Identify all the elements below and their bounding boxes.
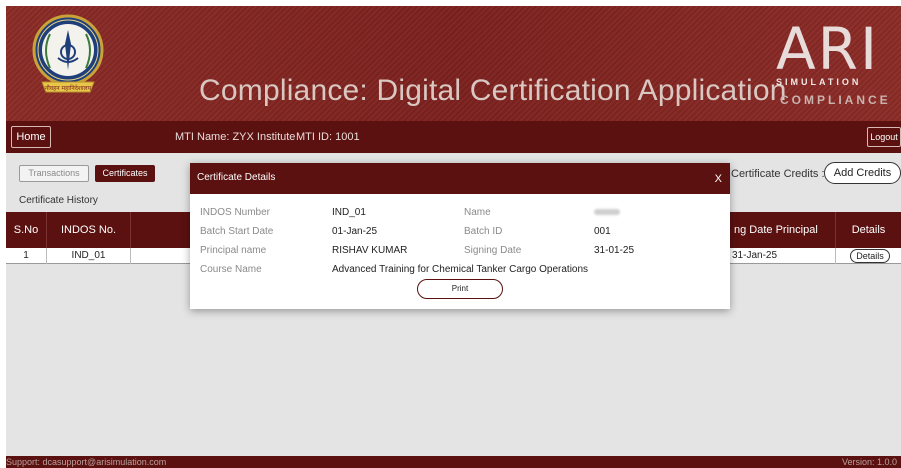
emblem-text: नौवहन महानिदेशालय <box>45 84 92 92</box>
top-nav: Home MTI Name: ZYX Institute MTI ID: 100… <box>6 121 901 153</box>
column-header-sno: S.No <box>6 212 47 248</box>
principal-label: Principal name <box>200 245 267 256</box>
course-value: Advanced Training for Chemical Tanker Ca… <box>332 264 589 275</box>
name-value-redacted <box>594 209 620 215</box>
indos-value: IND_01 <box>332 207 366 218</box>
home-button[interactable]: Home <box>11 126 51 148</box>
app-header: नौवहन महानिदेशालय Compliance: Digital Ce… <box>6 6 901 121</box>
support-email: Support: dcasupport@arisimulation.com <box>6 457 167 467</box>
modal-title: Certificate Details <box>197 172 276 183</box>
section-title: Certificate History <box>19 195 98 206</box>
modal-header: Certificate Details X <box>190 163 730 194</box>
certificate-credits: Certificate Credits : 0 <box>731 168 834 180</box>
close-icon[interactable]: X <box>715 173 722 185</box>
cell-indos: IND_01 <box>47 248 131 264</box>
batch-id-label: Batch ID <box>464 226 503 237</box>
batch-id-value: 001 <box>594 226 611 237</box>
mti-id: MTI ID: 1001 <box>296 131 360 143</box>
brand-line-simulation: SIMULATION <box>776 77 862 87</box>
footer: Support: dcasupport@arisimulation.com Ve… <box>6 456 901 468</box>
cell-details: Details <box>835 248 901 264</box>
print-button[interactable]: Print <box>417 279 503 299</box>
batch-start-label: Batch Start Date <box>200 226 274 237</box>
tab-transactions[interactable]: Transactions <box>19 165 89 182</box>
certificate-details-modal: Certificate Details X INDOS Number IND_0… <box>190 163 730 309</box>
course-label: Course Name <box>200 264 262 275</box>
version-label: Version: 1.0.0 <box>841 457 897 467</box>
principal-value: RISHAV KUMAR <box>332 245 408 256</box>
brand-line-compliance: COMPLIANCE <box>780 93 891 107</box>
ari-brand-logo: ARI SIMULATION COMPLIANCE <box>776 20 896 110</box>
mti-name: MTI Name: ZYX Institute <box>175 131 296 143</box>
signing-date-label: Signing Date <box>464 245 522 256</box>
app-title: Compliance: Digital Certification Applic… <box>199 74 787 107</box>
emblem-logo: नौवहन महानिदेशालय <box>28 10 108 100</box>
logout-button[interactable]: Logout <box>867 127 901 147</box>
indos-label: INDOS Number <box>200 207 271 218</box>
column-header-indos: INDOS No. <box>47 212 131 248</box>
tab-certificates[interactable]: Certificates <box>95 165 155 182</box>
column-header-signing-date: ng Date Principal <box>725 212 835 248</box>
cell-sno: 1 <box>6 248 47 264</box>
batch-start-value: 01-Jan-25 <box>332 226 378 237</box>
signing-date-value: 31-01-25 <box>594 245 635 256</box>
name-label: Name <box>464 207 491 218</box>
brand-mark: ARI <box>776 15 880 83</box>
cell-signing-date: 31-Jan-25 <box>725 248 835 264</box>
details-button[interactable]: Details <box>850 249 890 263</box>
column-header-details: Details <box>835 212 901 248</box>
add-credits-button[interactable]: Add Credits <box>824 162 901 184</box>
